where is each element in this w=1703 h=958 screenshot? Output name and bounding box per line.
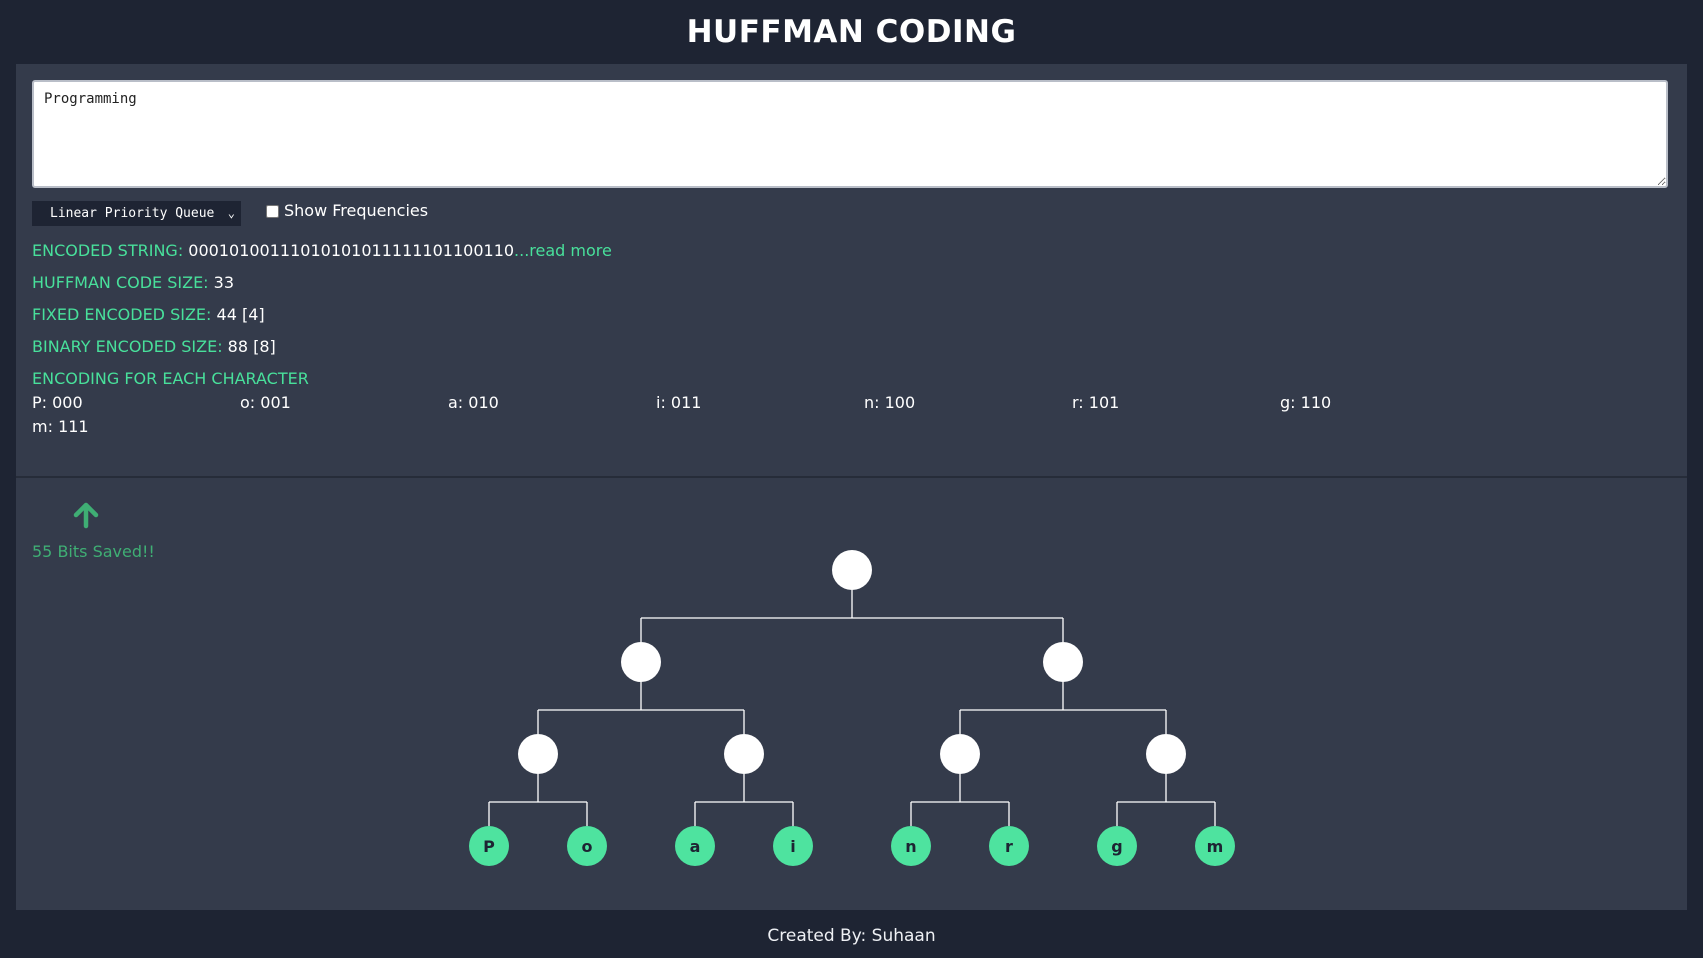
tree-leaf-label: i [790,837,795,856]
huffman-size-value: 33 [213,273,235,292]
tree-leaf-label: P [483,837,495,856]
footer-credit: Created By: Suhaan [767,926,936,946]
huffman-size-label: HUFFMAN CODE SIZE: [32,273,209,292]
text-input[interactable] [32,80,1668,188]
tree-leaf-label: r [1005,837,1013,856]
tree-internal-node [518,734,558,774]
binary-size-row: BINARY ENCODED SIZE: 88 [8] [32,337,276,357]
tree-internal-node [724,734,764,774]
fixed-size-row: FIXED ENCODED SIZE: 44 [4] [32,305,265,325]
binary-size-label: BINARY ENCODED SIZE: [32,337,223,356]
tree-internal-node [1146,734,1186,774]
encoding-item: i: 011 [656,393,702,412]
encoding-item: P: 000 [32,393,83,412]
tree-leaf-label: o [582,837,593,856]
chevron-down-icon: ⌄ [227,206,235,220]
queue-type-select[interactable]: Linear Priority Queue ⌄ [32,201,241,226]
tree-internal-node [621,642,661,682]
encoding-item: a: 010 [448,393,499,412]
main-panel: Linear Priority Queue ⌄ Show Frequencies… [16,64,1687,910]
huffman-size-row: HUFFMAN CODE SIZE: 33 [32,273,234,293]
read-more-link[interactable]: ...read more [514,241,612,260]
tree-edges [488,590,1216,826]
page-title: HUFFMAN CODING [686,14,1017,50]
encoding-item: r: 101 [1072,393,1120,412]
show-frequencies-checkbox[interactable] [266,205,279,218]
huffman-tree: Po a i n r g m [469,550,1235,866]
tree-leaf-label: m [1207,837,1224,856]
tree-leaf-label: g [1111,837,1122,856]
binary-size-value: 88 [8] [227,337,276,356]
fixed-size-label: FIXED ENCODED SIZE: [32,305,212,324]
encoding-item: o: 001 [240,393,291,412]
encoded-string-row: ENCODED STRING: 000101001110101010111111… [32,241,612,261]
encoding-item: g: 110 [1280,393,1332,412]
fixed-size-value: 44 [4] [216,305,265,324]
queue-type-value: Linear Priority Queue [50,206,215,221]
tree-internal-node [1043,642,1083,682]
tree-internal-node [940,734,980,774]
encoding-item: n: 100 [864,393,916,412]
encoding-item: m: 111 [32,417,89,436]
encoded-string-value: 00010100111010101011111101100110 [188,241,515,260]
encoding-each-label: ENCODING FOR EACH CHARACTER [32,369,309,388]
show-frequencies-label: Show Frequencies [284,201,429,220]
tree-leaf-label: n [905,837,916,856]
tree-internal-node [832,550,872,590]
tree-leaf-label: a [690,837,701,856]
encoded-string-label: ENCODED STRING: [32,241,184,260]
